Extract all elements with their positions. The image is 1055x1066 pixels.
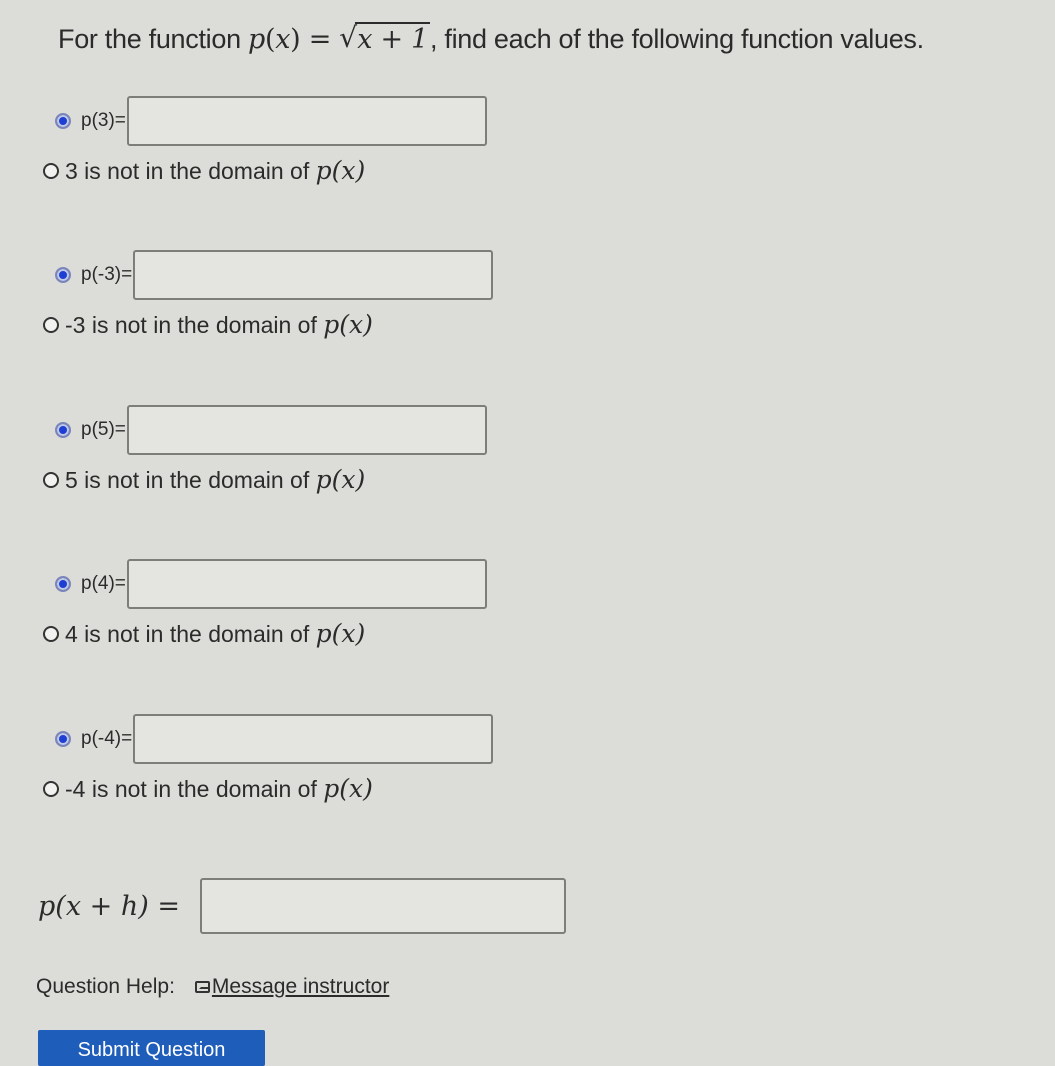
prompt-suffix: , find each of the following function va… [430, 24, 924, 54]
submit-question-button[interactable]: Submit Question [38, 1030, 265, 1066]
pxh-answer-input[interactable] [199, 878, 566, 934]
question-help-label: Question Help: [36, 975, 175, 998]
question-prompt: For the function p(x) = x + 1, find each… [58, 21, 924, 55]
value-radio[interactable] [55, 422, 71, 438]
part-label: p(3)= [81, 110, 126, 131]
part-label: p(4)= [81, 573, 126, 594]
part-label: p(5)= [81, 419, 126, 440]
sqrt-symbol: x + 1 [339, 21, 430, 55]
question-part-1: p(3)= 3 is not in the domain of p(x) [43, 94, 487, 185]
answer-input[interactable] [126, 559, 487, 609]
prompt-prefix: For the function [58, 24, 249, 54]
part-label: p(-4)= [81, 728, 133, 749]
not-in-domain-label: -4 is not in the domain of p(x) [65, 774, 373, 803]
question-part-4: p(4)= 4 is not in the domain of p(x) [43, 557, 487, 648]
function-definition: p(x) = x + 1 [248, 21, 430, 55]
not-in-domain-label: 5 is not in the domain of p(x) [65, 465, 366, 494]
answer-input[interactable] [133, 250, 494, 300]
not-in-domain-radio[interactable] [43, 625, 59, 642]
question-help: Question Help: Message instructor [36, 975, 389, 999]
not-in-domain-label: 3 is not in the domain of p(x) [65, 156, 366, 185]
not-in-domain-label: -3 is not in the domain of p(x) [65, 310, 373, 339]
question-part-5: p(-4)= -4 is not in the domain of p(x) [43, 712, 494, 803]
value-radio[interactable] [55, 113, 71, 129]
not-in-domain-label: 4 is not in the domain of p(x) [65, 619, 366, 648]
not-in-domain-radio[interactable] [43, 316, 59, 333]
value-radio[interactable] [55, 267, 71, 283]
mail-icon [194, 981, 210, 993]
not-in-domain-radio[interactable] [43, 780, 59, 797]
value-radio[interactable] [55, 731, 71, 747]
not-in-domain-radio[interactable] [43, 162, 59, 179]
answer-input[interactable] [133, 714, 494, 764]
part-label: p(-3)= [81, 264, 133, 285]
question-part-3: p(5)= 5 is not in the domain of p(x) [43, 403, 487, 494]
question-part-pxh: p(x + h) = [38, 878, 566, 934]
not-in-domain-radio[interactable] [43, 471, 59, 488]
pxh-label: p(x + h) = [38, 890, 180, 922]
answer-input[interactable] [126, 96, 487, 146]
question-part-2: p(-3)= -3 is not in the domain of p(x) [43, 248, 494, 339]
value-radio[interactable] [55, 576, 71, 592]
answer-input[interactable] [126, 405, 487, 455]
message-instructor-link[interactable]: Message instructor [212, 975, 389, 999]
